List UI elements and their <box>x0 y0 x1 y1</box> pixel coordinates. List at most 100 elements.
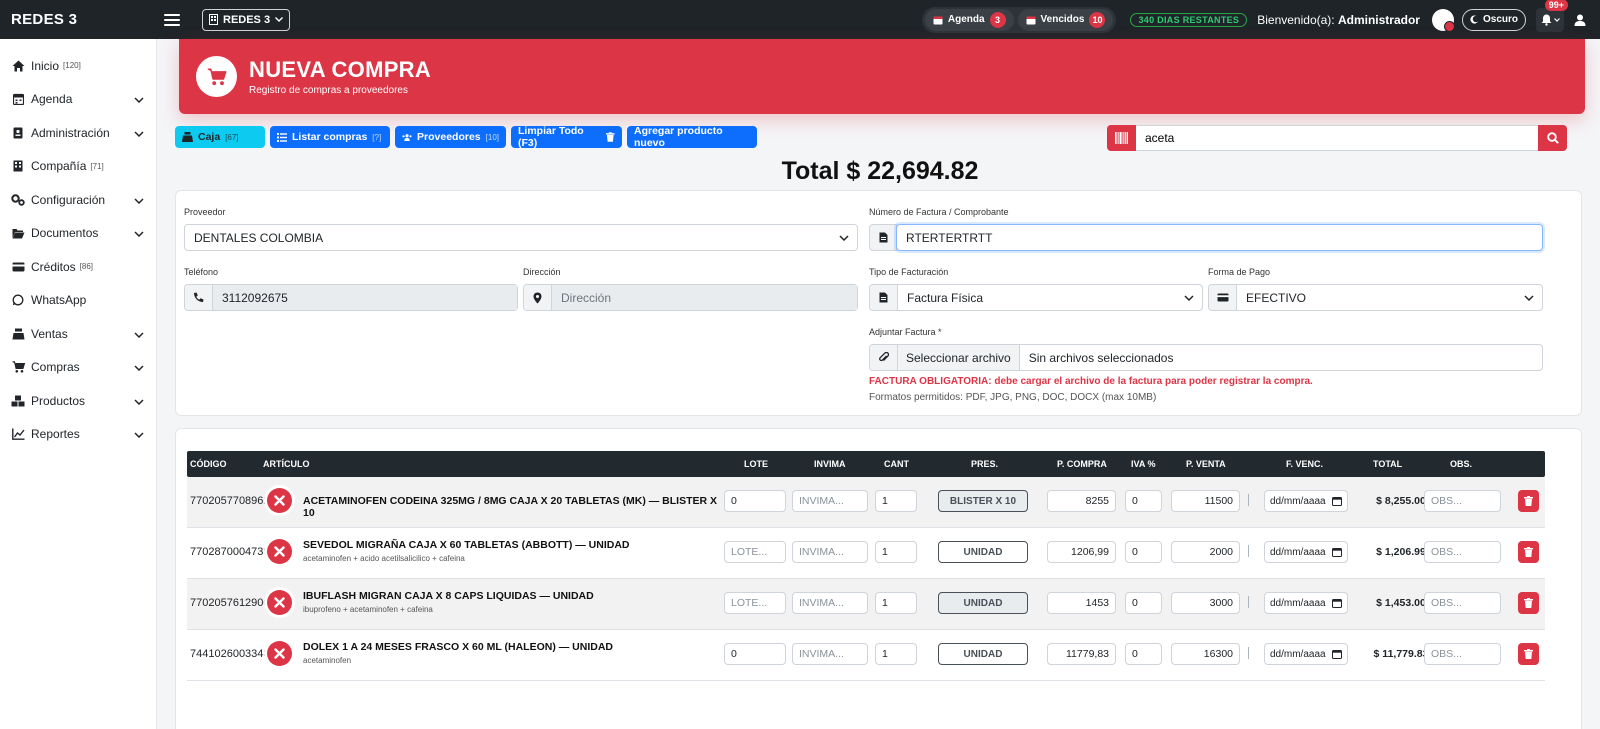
sidebar-item-inicio[interactable]: Inicio [120] <box>0 49 156 83</box>
vencidos-pill[interactable]: Vencidos 10 <box>1017 8 1114 31</box>
notifications-button[interactable]: 99+ <box>1536 0 1568 32</box>
sidebar-item-label: Documentos <box>31 226 99 241</box>
direccion-input[interactable]: Dirección <box>552 285 857 310</box>
products-table-card: CÓDIGO ARTÍCULO LOTE INVIMA CANT PRES. P… <box>175 428 1582 729</box>
iva-input[interactable]: 0 <box>1125 592 1162 614</box>
search-icon <box>1546 132 1559 144</box>
tipo-facturacion-select[interactable]: Factura Física <box>869 284 1203 311</box>
pventa-input[interactable]: 3000 <box>1171 592 1240 614</box>
pcompra-input[interactable]: 11779,83 <box>1047 643 1116 665</box>
sidebar-item-documentos[interactable]: Documentos <box>0 217 156 251</box>
divider <box>1248 647 1249 659</box>
sidebar-item-ventas[interactable]: Ventas <box>0 317 156 351</box>
cant-input[interactable]: 1 <box>875 490 917 512</box>
listar-compras-button[interactable]: Listar compras [?] <box>270 126 390 148</box>
factura-input[interactable]: RTERTERTRTT <box>896 224 1543 251</box>
sidebar-item-compras[interactable]: Compras <box>0 351 156 385</box>
sidebar-item-reportes[interactable]: Reportes <box>0 418 156 452</box>
forma-pago-label: Forma de Pago <box>1208 267 1271 277</box>
telefono-input[interactable]: 3112092675 <box>213 285 517 310</box>
cant-input[interactable]: 1 <box>875 541 917 563</box>
row-code: 7702057612900 <box>190 597 270 609</box>
pventa-input[interactable]: 11500 <box>1171 490 1240 512</box>
obs-input[interactable]: OBS... <box>1424 592 1501 614</box>
pcompra-input[interactable]: 8255 <box>1047 490 1116 512</box>
listar-shortcut-hint: [?] <box>372 132 382 142</box>
welcome-username: Administrador <box>1337 12 1420 27</box>
presentation-button[interactable]: BLISTER X 10 <box>938 490 1028 512</box>
pcompra-input[interactable]: 1206,99 <box>1047 541 1116 563</box>
col-fvenc: F. VENC. <box>1286 459 1324 469</box>
obs-input[interactable]: OBS... <box>1424 490 1501 512</box>
invima-input[interactable]: INVIMA... <box>792 490 868 512</box>
iva-input[interactable]: 0 <box>1125 541 1162 563</box>
select-file-button[interactable]: Seleccionar archivo <box>898 345 1020 370</box>
presentation-button[interactable]: UNIDAD <box>938 541 1028 563</box>
presentation-button[interactable]: UNIDAD <box>938 592 1028 614</box>
iva-input[interactable]: 0 <box>1125 643 1162 665</box>
moon-icon <box>1470 15 1479 24</box>
agenda-pill[interactable]: Agenda 3 <box>924 8 1014 31</box>
pcompra-input[interactable]: 1453 <box>1047 592 1116 614</box>
brand-logo[interactable]: REDES 3 <box>0 11 160 28</box>
invima-input[interactable]: INVIMA... <box>792 592 868 614</box>
caja-button[interactable]: Caja [67] <box>175 126 265 148</box>
sidebar-item-productos[interactable]: Productos <box>0 384 156 418</box>
status-indicator-icon[interactable] <box>1431 8 1455 32</box>
date-placeholder: dd/mm/aaaa <box>1270 495 1326 507</box>
obs-input[interactable]: OBS... <box>1424 541 1501 563</box>
adjuntar-factura-field[interactable]: Seleccionar archivo Sin archivos selecci… <box>869 344 1543 371</box>
invima-input[interactable]: INVIMA... <box>792 643 868 665</box>
sidebar-item-configuracion[interactable]: Configuración <box>0 183 156 217</box>
calendar-icon <box>1332 548 1342 557</box>
lote-input[interactable]: 0 <box>724 643 786 665</box>
search-button[interactable] <box>1538 125 1567 151</box>
company-selector[interactable]: REDES 3 <box>202 8 291 31</box>
sidebar-item-agenda[interactable]: Agenda <box>0 83 156 117</box>
fvenc-date-input[interactable]: dd/mm/aaaa <box>1264 490 1348 512</box>
barcode-icon[interactable] <box>1107 125 1136 151</box>
sidebar-item-creditos[interactable]: Créditos [86] <box>0 250 156 284</box>
lote-input[interactable]: LOTE... <box>724 541 786 563</box>
delete-row-button[interactable] <box>1518 643 1539 665</box>
lote-input[interactable]: LOTE... <box>724 592 786 614</box>
proveedores-button[interactable]: Proveedores [10] <box>395 126 506 148</box>
remove-item-icon[interactable] <box>267 641 292 666</box>
calendar-icon <box>1332 650 1342 659</box>
user-menu-button[interactable] <box>1570 14 1590 26</box>
pventa-input[interactable]: 16300 <box>1171 643 1240 665</box>
product-search-input[interactable] <box>1136 125 1538 151</box>
delete-row-button[interactable] <box>1518 592 1539 614</box>
pventa-input[interactable]: 2000 <box>1171 541 1240 563</box>
sidebar: Inicio [120] Agenda Administración Compa… <box>0 39 157 729</box>
presentation-button[interactable]: UNIDAD <box>938 643 1028 665</box>
delete-row-button[interactable] <box>1518 541 1539 563</box>
cant-input[interactable]: 1 <box>875 592 917 614</box>
remove-item-icon[interactable] <box>267 488 292 513</box>
sidebar-item-whatsapp[interactable]: WhatsApp <box>0 284 156 318</box>
sidebar-item-administracion[interactable]: Administración <box>0 116 156 150</box>
fvenc-date-input[interactable]: dd/mm/aaaa <box>1264 592 1348 614</box>
remove-item-icon[interactable] <box>267 590 292 615</box>
fvenc-date-input[interactable]: dd/mm/aaaa <box>1264 541 1348 563</box>
sidebar-item-compania[interactable]: Compañía [71] <box>0 150 156 184</box>
lote-input[interactable]: 0 <box>724 490 786 512</box>
theme-toggle-button[interactable]: Oscuro <box>1461 8 1526 31</box>
forma-pago-select[interactable]: EFECTIVO <box>1208 284 1543 311</box>
fvenc-date-input[interactable]: dd/mm/aaaa <box>1264 643 1348 665</box>
chevron-down-icon <box>1176 294 1202 301</box>
menu-toggle-icon[interactable] <box>164 13 180 26</box>
row-article-name: IBUFLASH MIGRAN CAJA X 8 CAPS LIQUIDAS —… <box>303 590 594 602</box>
sidebar-item-label: Inicio <box>31 58 60 73</box>
proveedor-select[interactable]: DENTALES COLOMBIA <box>184 224 858 251</box>
limpiar-todo-button[interactable]: Limpiar Todo (F3) <box>511 125 622 149</box>
delete-row-button[interactable] <box>1518 490 1539 512</box>
invima-input[interactable]: INVIMA... <box>792 541 868 563</box>
remove-item-icon[interactable] <box>267 539 292 564</box>
chevron-down-icon <box>134 226 144 240</box>
iva-input[interactable]: 0 <box>1125 490 1162 512</box>
agregar-producto-button[interactable]: Agregar producto nuevo <box>627 125 757 149</box>
cant-input[interactable]: 1 <box>875 643 917 665</box>
license-days-badge: 340 DIAS RESTANTES <box>1130 12 1248 27</box>
obs-input[interactable]: OBS... <box>1424 643 1501 665</box>
